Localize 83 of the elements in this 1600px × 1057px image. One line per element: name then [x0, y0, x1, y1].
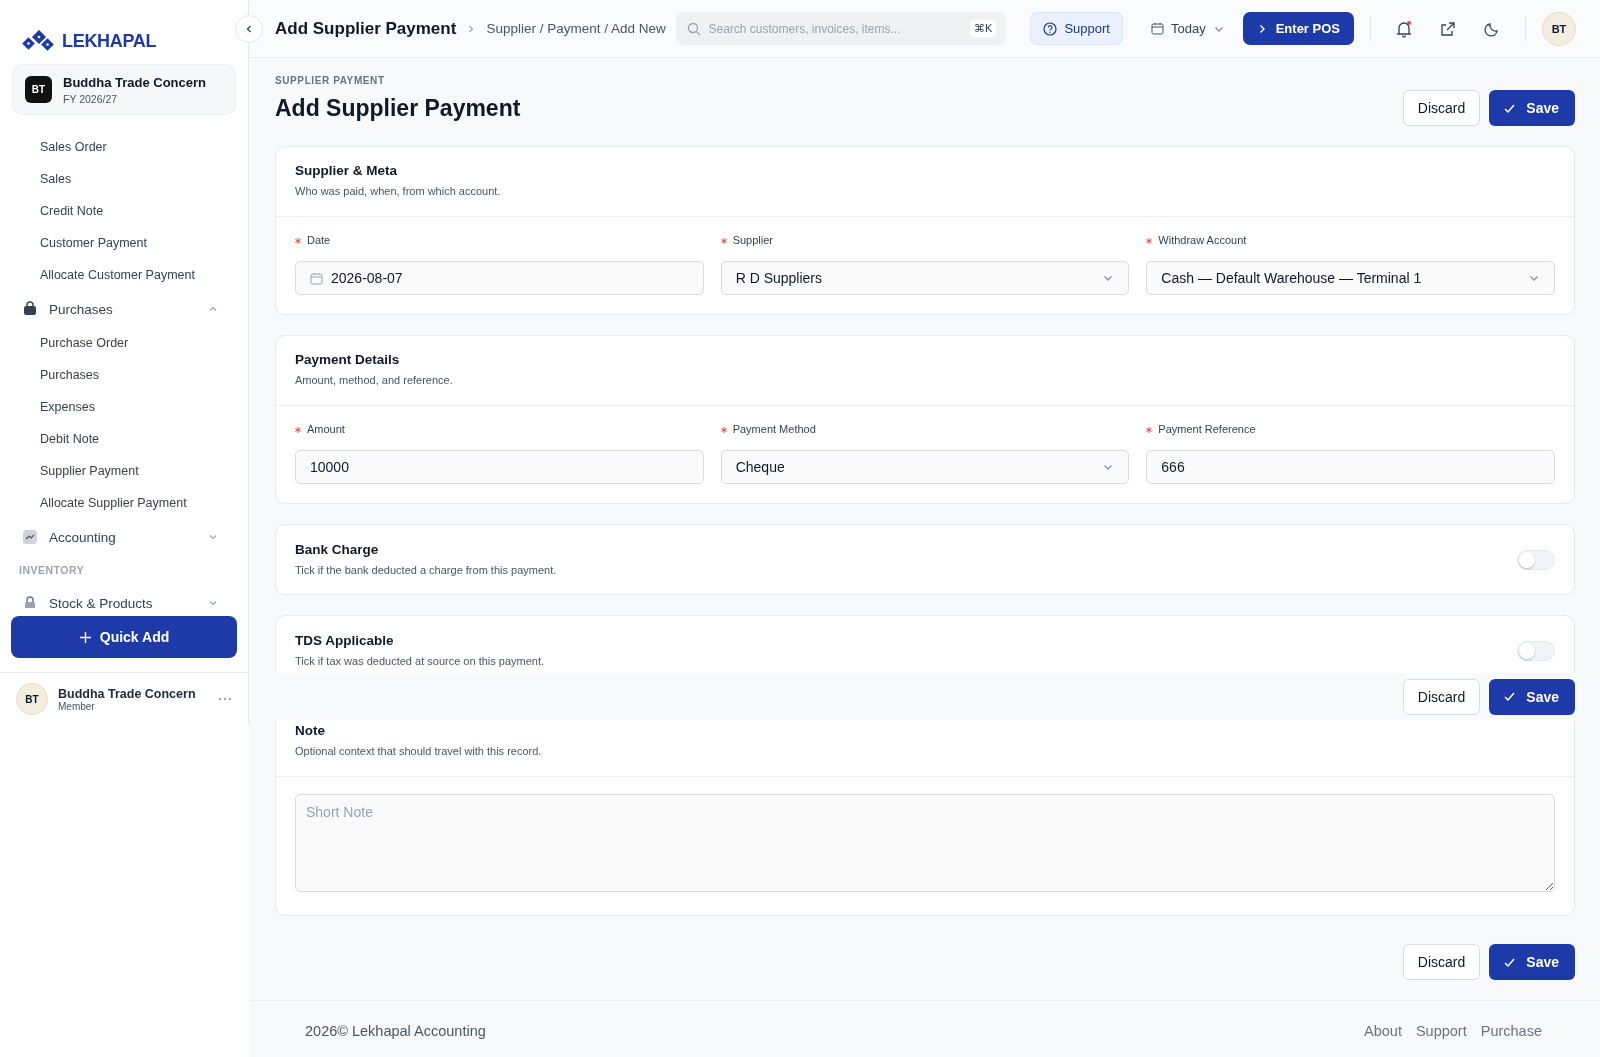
field-label: Supplier: [732, 234, 773, 247]
brand-name: LEKHAPAL: [62, 31, 157, 53]
sidebar-item[interactable]: Sales Order: [0, 131, 248, 164]
org-name: Buddha Trade Concern: [63, 74, 207, 90]
chart-icon: [22, 529, 38, 546]
sidebar-group[interactable]: Purchases: [0, 291, 248, 328]
user-name: Buddha Trade Concern: [58, 686, 196, 701]
section-subtitle: Who was paid, when, from which account.: [295, 185, 502, 198]
select-field[interactable]: R D Suppliers: [720, 261, 1130, 295]
input-field[interactable]: 666: [1146, 450, 1555, 484]
footer-link[interactable]: Support: [1415, 1023, 1467, 1039]
discard-button[interactable]: Discard: [1402, 678, 1481, 715]
more-icon[interactable]: [218, 697, 232, 701]
page-eyebrow: SUPPLIER PAYMENT: [275, 75, 386, 86]
section-title: Payment Details: [295, 352, 401, 368]
date-filter[interactable]: Today: [1143, 12, 1233, 45]
footer-link[interactable]: Purchase: [1480, 1023, 1542, 1039]
section-subtitle: Tick if tax was deducted at source on this payment.: [295, 655, 545, 668]
bag-icon: [22, 301, 38, 318]
copyright: 2026© Lekhapal Accounting: [305, 1023, 486, 1039]
page-title: Add Supplier Payment: [275, 94, 521, 122]
note-field[interactable]: Short Note: [295, 794, 1555, 892]
plus-icon: [78, 630, 92, 644]
support-button[interactable]: Support: [1030, 12, 1123, 45]
save-button[interactable]: Save: [1489, 90, 1575, 126]
shortcut-hint: ⌘K: [970, 20, 997, 37]
search-icon: [687, 22, 702, 36]
calendar-icon: [310, 271, 323, 285]
select-field[interactable]: Cash — Default Warehouse — Terminal 1: [1146, 261, 1555, 295]
user-role: Member: [58, 700, 96, 712]
chevron-left-icon: [244, 24, 254, 34]
sidebar-item[interactable]: Purchases: [0, 359, 248, 392]
org-avatar: BT: [25, 76, 52, 104]
field-label: Amount: [307, 423, 345, 436]
moon-icon: [1484, 20, 1500, 37]
section-title: Bank Charge: [295, 542, 380, 558]
section-heading: INVENTORY: [18, 563, 86, 579]
user-avatar[interactable]: BT: [1542, 11, 1576, 46]
sidebar-item[interactable]: Allocate Customer Payment: [0, 259, 248, 292]
field-label: Payment Method: [732, 423, 816, 436]
toggle-switch[interactable]: [1517, 549, 1555, 570]
fiscal-year: FY 2026/27: [63, 92, 119, 105]
save-button[interactable]: Save: [1489, 678, 1575, 715]
sidebar-item[interactable]: Debit Note: [0, 423, 248, 456]
sidebar-item[interactable]: Credit Note: [0, 195, 248, 228]
sidebar-group[interactable]: Accounting: [0, 519, 248, 556]
sidebar-item[interactable]: Customer Payment: [0, 227, 248, 260]
section-subtitle: Optional context that should travel with this record.: [295, 745, 543, 758]
breadcrumb: Supplier / Payment / Add New: [486, 21, 666, 36]
date-field[interactable]: 2026-08-07: [295, 261, 704, 295]
section-title: TDS Applicable: [295, 633, 395, 649]
discard-button[interactable]: Discard: [1402, 90, 1481, 126]
input-field[interactable]: 10000: [295, 450, 704, 484]
organization-card[interactable]: BT Buddha Trade Concern FY 2026/27: [12, 63, 236, 116]
field-label: Date: [307, 234, 331, 247]
sidebar-item[interactable]: Purchase Order: [0, 327, 248, 360]
bell-icon: [1395, 19, 1413, 38]
section-subtitle: Tick if the bank deducted a charge from this payment.: [295, 564, 557, 577]
field-label: Payment Reference: [1158, 423, 1256, 436]
enter-pos-button[interactable]: Enter POS: [1242, 12, 1354, 45]
quick-add-button[interactable]: Quick Add: [11, 616, 237, 658]
discard-button[interactable]: Discard: [1402, 944, 1481, 980]
toggle-switch[interactable]: [1517, 640, 1555, 661]
section-subtitle: Amount, method, and reference.: [295, 374, 454, 387]
footer-link[interactable]: About: [1364, 1023, 1402, 1039]
logo-icon: [22, 29, 56, 54]
field-label: Withdraw Account: [1158, 234, 1247, 247]
select-field[interactable]: Cheque: [720, 450, 1130, 484]
sidebar-item[interactable]: Sales: [0, 163, 248, 196]
help-icon: [1043, 21, 1058, 36]
lock-icon: [22, 595, 38, 609]
section-title: Supplier & Meta: [295, 163, 398, 179]
sidebar-item[interactable]: Allocate Supplier Payment: [0, 487, 248, 520]
header-title: Add Supplier Payment: [275, 18, 457, 39]
section-title: Note: [295, 723, 326, 739]
sidebar-item[interactable]: Expenses: [0, 391, 248, 424]
sidebar-group[interactable]: Stock & Products: [0, 585, 248, 609]
sidebar-item[interactable]: Supplier Payment: [0, 455, 248, 488]
external-link-icon: [1440, 20, 1456, 37]
check-icon: [1503, 690, 1517, 703]
calendar-icon: [1151, 22, 1164, 35]
save-button[interactable]: Save: [1489, 944, 1575, 980]
user-avatar: BT: [16, 683, 48, 715]
